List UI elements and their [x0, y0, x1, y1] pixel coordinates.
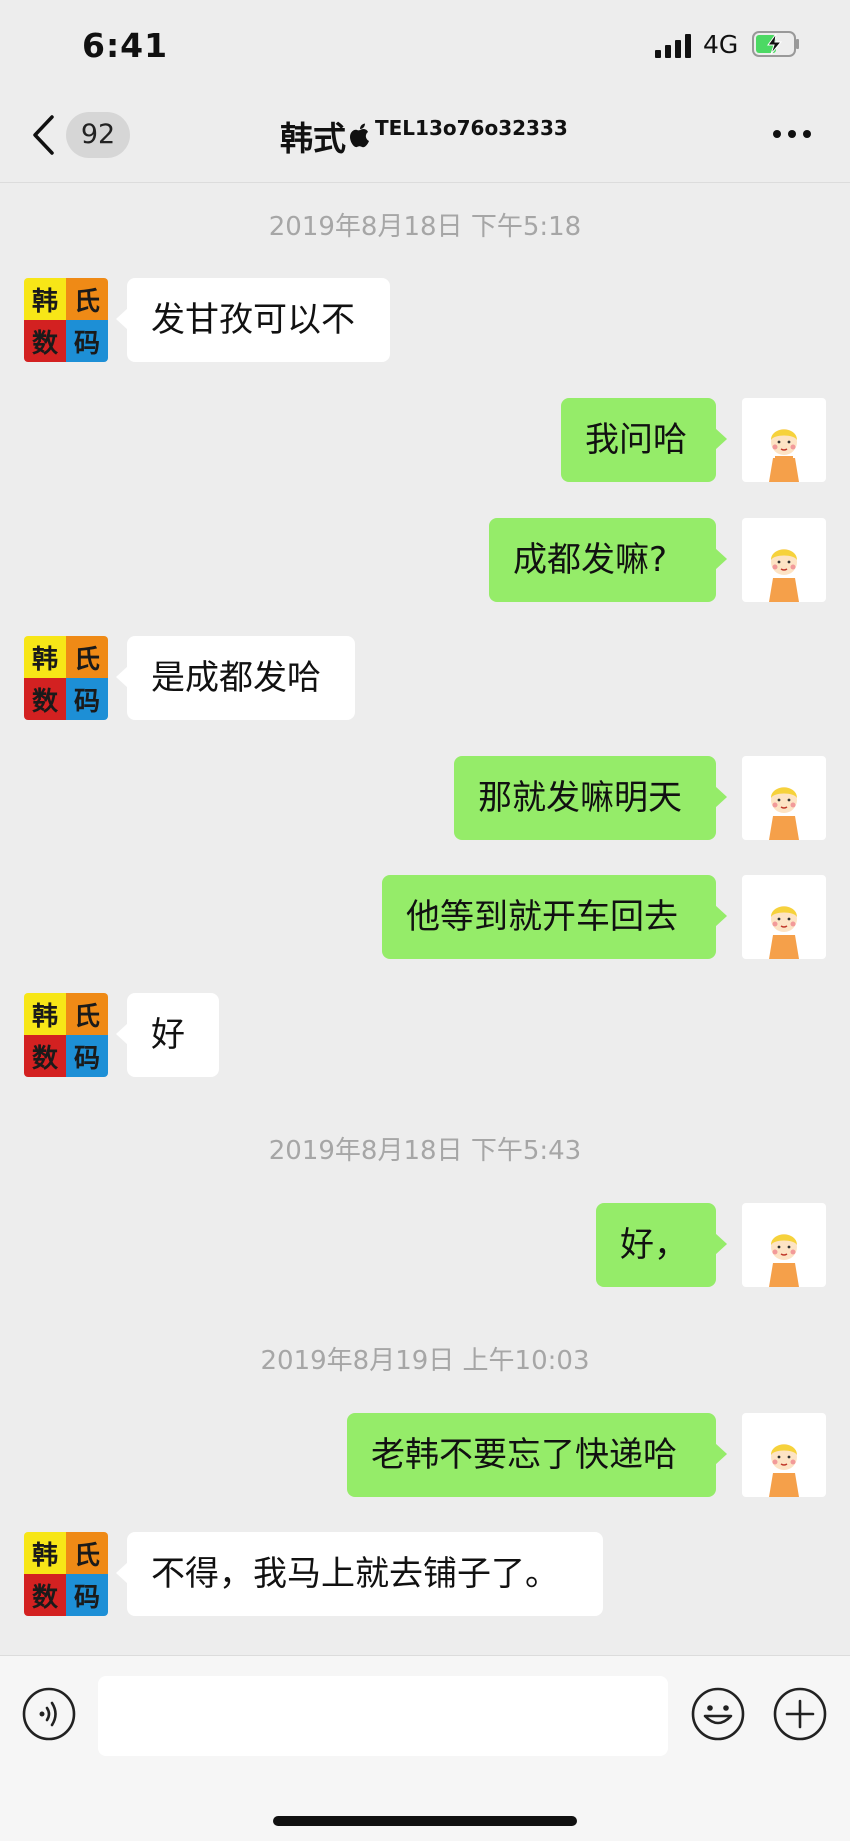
- chat-title-name: 韩式: [280, 119, 346, 158]
- voice-icon[interactable]: [22, 1687, 76, 1741]
- outgoing-message[interactable]: 老韩不要忘了快递哈: [347, 1413, 727, 1497]
- unread-count-badge[interactable]: 92: [66, 112, 130, 158]
- user-avatar[interactable]: [742, 756, 826, 840]
- contact-logo: 韩 氏 数 码: [24, 1532, 108, 1616]
- contact-logo: 韩 氏 数 码: [24, 993, 108, 1077]
- contact-avatar[interactable]: 韩 氏 数 码: [24, 1532, 108, 1616]
- apple-icon: [350, 123, 369, 148]
- incoming-message[interactable]: 好: [116, 993, 219, 1077]
- outgoing-message[interactable]: 我问哈: [561, 398, 727, 482]
- logo-char: 氏: [66, 636, 108, 678]
- outgoing-message[interactable]: 成都发嘛?: [489, 518, 727, 602]
- timestamp: 2019年8月18日 下午5:18: [268, 212, 582, 242]
- logo-char: 韩: [24, 278, 66, 320]
- logo-char: 韩: [24, 1532, 66, 1574]
- outgoing-message[interactable]: 那就发嘛明天: [454, 756, 727, 840]
- logo-char: 数: [24, 1035, 66, 1077]
- status-bar: 6:41 4G: [0, 0, 850, 92]
- user-avatar[interactable]: [742, 398, 826, 482]
- ellipsis-icon[interactable]: [772, 128, 812, 140]
- contact-avatar[interactable]: 韩 氏 数 码: [24, 636, 108, 720]
- cartoon-boy-icon: [769, 549, 799, 602]
- chat-header: 92 韩式 TEL13o76o32333: [0, 92, 850, 183]
- outgoing-message[interactable]: 好，: [596, 1203, 727, 1287]
- contact-logo: 韩 氏 数 码: [24, 636, 108, 720]
- timestamp: 2019年8月19日 上午10:03: [260, 1346, 590, 1376]
- logo-char: 码: [66, 1035, 108, 1077]
- chat-title: 韩式 TEL13o76o32333: [280, 112, 568, 160]
- logo-char: 码: [66, 678, 108, 720]
- message-input[interactable]: [98, 1676, 668, 1756]
- input-bar: [0, 1655, 850, 1841]
- logo-char: 数: [24, 678, 66, 720]
- cartoon-boy-icon: [769, 906, 799, 959]
- logo-char: 数: [24, 1574, 66, 1616]
- cartoon-boy-icon: [769, 787, 799, 840]
- battery-charging-icon: [752, 31, 799, 57]
- contact-logo: 韩 氏 数 码: [24, 278, 108, 362]
- cartoon-boy-icon: [769, 429, 799, 482]
- logo-char: 数: [24, 320, 66, 362]
- user-avatar[interactable]: [742, 518, 826, 602]
- user-avatar[interactable]: [742, 1413, 826, 1497]
- home-indicator[interactable]: [273, 1816, 577, 1826]
- logo-char: 氏: [66, 1532, 108, 1574]
- logo-char: 氏: [66, 993, 108, 1035]
- incoming-message[interactable]: 发甘孜可以不: [116, 278, 390, 362]
- user-avatar[interactable]: [742, 1203, 826, 1287]
- logo-char: 码: [66, 320, 108, 362]
- logo-char: 韩: [24, 636, 66, 678]
- outgoing-message[interactable]: 他等到就开车回去: [382, 875, 727, 959]
- cellular-signal-icon: [655, 34, 691, 58]
- incoming-message[interactable]: 不得，我马上就去铺子了。: [116, 1532, 603, 1616]
- cartoon-boy-icon: [769, 1234, 799, 1287]
- network-type: 4G: [703, 30, 739, 59]
- user-avatar[interactable]: [742, 875, 826, 959]
- emoji-icon[interactable]: [690, 1686, 746, 1742]
- contact-avatar[interactable]: 韩 氏 数 码: [24, 278, 108, 362]
- logo-char: 韩: [24, 993, 66, 1035]
- plus-icon[interactable]: [772, 1686, 828, 1742]
- logo-char: 氏: [66, 278, 108, 320]
- incoming-message[interactable]: 是成都发哈: [116, 636, 355, 720]
- cartoon-boy-icon: [769, 1444, 799, 1497]
- timestamp: 2019年8月18日 下午5:43: [268, 1136, 582, 1166]
- status-time: 6:41: [82, 26, 169, 65]
- contact-avatar[interactable]: 韩 氏 数 码: [24, 993, 108, 1077]
- back-chevron-icon[interactable]: [30, 114, 56, 156]
- logo-char: 码: [66, 1574, 108, 1616]
- chat-title-phone: TEL13o76o32333: [375, 116, 568, 140]
